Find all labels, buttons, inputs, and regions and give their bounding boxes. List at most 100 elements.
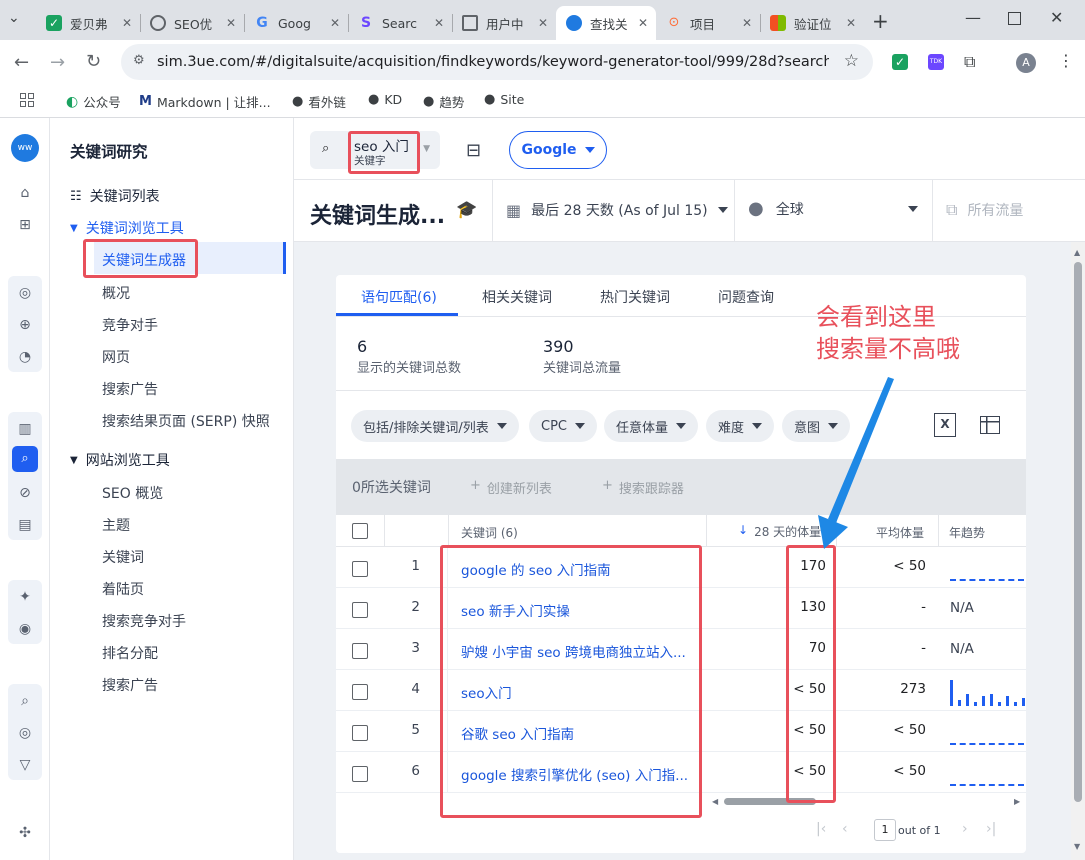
row-checkbox[interactable] — [352, 766, 368, 782]
search-tracker-button[interactable]: + 搜索跟踪器 — [602, 478, 684, 497]
nav-section-website-explorer[interactable]: ▼ 网站浏览工具 — [70, 450, 170, 470]
keyword-research-icon[interactable]: ⌕ — [12, 446, 38, 472]
close-icon[interactable]: ✕ — [538, 16, 548, 30]
tab-search-icon[interactable]: ⌄ — [8, 10, 28, 30]
close-icon[interactable]: ✕ — [434, 16, 444, 30]
browser-tab[interactable]: ✓ 爱贝弗 ✕ — [36, 6, 140, 40]
close-icon[interactable]: ✕ — [846, 16, 856, 30]
menu-kebab-icon[interactable]: ⋮ — [1058, 51, 1074, 70]
close-icon[interactable]: ✕ — [122, 16, 132, 30]
column-keyword[interactable]: 关键词 (6) — [461, 524, 518, 541]
nav-item-competitors[interactable]: 竞争对手 — [102, 315, 158, 335]
select-all-checkbox[interactable] — [352, 523, 368, 539]
back-icon[interactable]: ← — [14, 52, 29, 73]
apps-grid-icon[interactable] — [20, 93, 34, 107]
browser-tab[interactable]: S Searc ✕ — [348, 6, 452, 40]
region-select[interactable]: ● 全球 — [748, 198, 918, 219]
vertical-scrollbar-thumb[interactable] — [1074, 262, 1082, 802]
funnel-icon[interactable]: ▽ — [16, 756, 34, 774]
link-icon[interactable]: ⊘ — [16, 484, 34, 502]
page-input[interactable]: 1 — [874, 819, 896, 841]
column-trend[interactable]: 年趋势 — [949, 524, 985, 541]
tab-related-keywords[interactable]: 相关关键词 — [482, 287, 552, 307]
search-analytics-icon[interactable]: ⌕ — [16, 692, 34, 710]
row-checkbox[interactable] — [352, 561, 368, 577]
close-icon[interactable]: ✕ — [330, 16, 340, 30]
bookmark-star-icon[interactable]: ☆ — [844, 51, 859, 71]
target-search-icon[interactable]: ◎ — [16, 724, 34, 742]
browser-tab-active[interactable]: 查找关 ✕ — [556, 6, 656, 40]
eye-icon[interactable]: ◉ — [16, 620, 34, 638]
create-list-button[interactable]: + 创建新列表 — [470, 478, 552, 497]
close-icon[interactable]: ✕ — [226, 16, 236, 30]
traffic-select[interactable]: ⧉ 所有流量 — [946, 200, 1023, 220]
last-page-icon[interactable]: ›| — [986, 821, 996, 837]
browser-tab[interactable]: G Goog ✕ — [244, 6, 348, 40]
app-logo[interactable]: ww — [11, 134, 39, 162]
world-icon[interactable]: ⊕ — [16, 316, 34, 334]
vertical-scrollbar[interactable]: ▲ ▼ — [1071, 242, 1085, 860]
search-engine-select[interactable]: Google — [509, 131, 607, 169]
extensions-puzzle-icon[interactable]: ⧉ — [964, 52, 975, 72]
filter-difficulty[interactable]: 难度 — [706, 410, 775, 442]
row-checkbox[interactable] — [352, 725, 368, 741]
bookmark-item[interactable]: ● Site — [484, 92, 524, 107]
reload-icon[interactable]: ↻ — [86, 51, 101, 72]
nav-section-keyword-list[interactable]: ☷ 关键词列表 — [70, 186, 160, 206]
nav-item-topics[interactable]: 主题 — [102, 515, 130, 535]
forward-icon[interactable]: → — [50, 52, 65, 73]
nav-item-overview[interactable]: 概况 — [102, 283, 130, 303]
filter-cpc[interactable]: CPC — [529, 410, 597, 442]
maximize-icon[interactable] — [1008, 12, 1021, 25]
nav-item-search-ads-2[interactable]: 搜索广告 — [102, 675, 158, 695]
globe-icon[interactable]: ◎ — [16, 284, 34, 302]
nav-item-landing-pages[interactable]: 着陆页 — [102, 579, 144, 599]
close-window-icon[interactable]: ✕ — [1050, 8, 1063, 27]
next-page-icon[interactable]: › — [962, 821, 968, 837]
nav-item-serp-snapshot[interactable]: 搜索结果页面 (SERP) 快照 — [102, 411, 270, 431]
apps-plus-icon[interactable]: ⊞ — [16, 216, 34, 234]
extension-tdk-icon[interactable]: TDK — [928, 54, 944, 70]
scroll-left-icon[interactable]: ◀ — [712, 797, 718, 806]
tab-trending-keywords[interactable]: 热门关键词 — [600, 287, 670, 307]
filter-include-exclude[interactable]: 包括/排除关键词/列表 — [351, 410, 519, 442]
puzzle-icon[interactable]: ✣ — [16, 824, 34, 842]
nav-item-search-competitors[interactable]: 搜索竞争对手 — [102, 611, 186, 631]
bookmark-item[interactable]: ◐ 公众号 — [66, 92, 121, 111]
nav-item-seo-overview[interactable]: SEO 概览 — [102, 483, 163, 503]
table-columns-icon[interactable] — [980, 416, 1000, 434]
excel-export-icon[interactable]: X — [934, 413, 956, 437]
row-checkbox[interactable] — [352, 602, 368, 618]
minimize-icon[interactable]: — — [965, 8, 981, 27]
row-checkbox[interactable] — [352, 684, 368, 700]
home-icon[interactable]: ⌂ — [16, 184, 34, 202]
first-page-icon[interactable]: |‹ — [816, 821, 826, 837]
bookmark-item[interactable]: ● KD — [368, 92, 402, 107]
close-icon[interactable]: ✕ — [638, 16, 648, 30]
sparkle-icon[interactable]: ✦ — [16, 588, 34, 606]
scroll-down-icon[interactable]: ▼ — [1074, 842, 1080, 851]
browser-tab[interactable]: 验证位 ✕ — [760, 6, 864, 40]
nav-item-pages[interactable]: 网页 — [102, 347, 130, 367]
url-bar[interactable]: ⚙ sim.3ue.com/#/digitalsuite/acquisition… — [121, 44, 873, 80]
extension-check-icon[interactable]: ✓ — [892, 54, 908, 70]
chevron-down-icon[interactable]: ▼ — [423, 144, 430, 154]
browser-tab[interactable]: SEO优 ✕ — [140, 6, 244, 40]
site-info-icon[interactable]: ⚙ — [133, 53, 145, 68]
close-icon[interactable]: ✕ — [742, 16, 752, 30]
bar-chart-icon[interactable]: ▥ — [16, 420, 34, 438]
browser-tab[interactable]: 用户中 ✕ — [452, 6, 556, 40]
scroll-right-icon[interactable]: ▶ — [1014, 797, 1020, 806]
nav-item-keywords[interactable]: 关键词 — [102, 547, 144, 567]
graduation-cap-icon[interactable]: 🎓 — [456, 200, 477, 220]
date-range-select[interactable]: ▦ 最后 28 天数 (As of Jul 15) — [506, 200, 728, 220]
document-icon[interactable]: ▤ — [16, 516, 34, 534]
prev-page-icon[interactable]: ‹ — [842, 821, 848, 837]
bookmark-item[interactable]: ● 看外链 — [292, 92, 346, 111]
tab-phrase-match[interactable]: 语句匹配(6) — [361, 287, 437, 307]
row-checkbox[interactable] — [352, 643, 368, 659]
bookmark-item[interactable]: ● 趋势 — [423, 92, 464, 111]
bookmark-item[interactable]: M Markdown | 让排... — [139, 92, 271, 111]
new-tab-icon[interactable]: + — [872, 9, 889, 33]
nav-item-search-ads[interactable]: 搜索广告 — [102, 379, 158, 399]
